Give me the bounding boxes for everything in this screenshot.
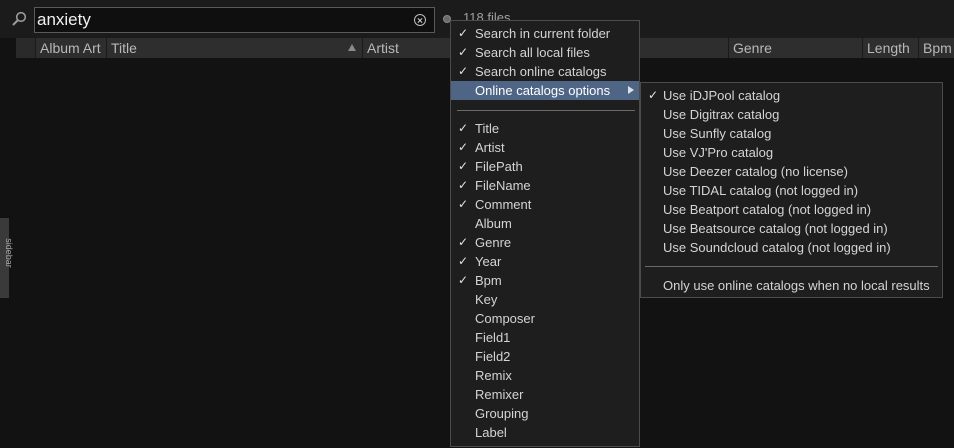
menu-item-label: Only use online catalogs when no local r… bbox=[663, 278, 930, 293]
checkmark-icon: ✓ bbox=[458, 121, 469, 135]
checkmark-icon: ✓ bbox=[458, 178, 469, 192]
checkmark-icon: ✓ bbox=[458, 64, 469, 78]
menu-item-field-key[interactable]: Key bbox=[451, 290, 639, 309]
menu-item-label: Genre bbox=[475, 235, 512, 250]
menu-item-label: Use Deezer catalog (no license) bbox=[663, 164, 848, 179]
checkmark-icon: ✓ bbox=[458, 159, 469, 173]
submenu-separator bbox=[645, 266, 938, 267]
search-input[interactable]: anxiety bbox=[34, 7, 435, 33]
sidebar-toggle-tab[interactable]: sidebar bbox=[0, 218, 14, 298]
menu-item-field-remixer[interactable]: Remixer bbox=[451, 385, 639, 404]
menu-item-label: Album bbox=[475, 216, 512, 231]
submenu-item-use-deezer-catalog-no-license[interactable]: Use Deezer catalog (no license) bbox=[641, 162, 942, 181]
checkmark-icon: ✓ bbox=[458, 45, 469, 59]
menu-item-field-year[interactable]: ✓ Year bbox=[451, 252, 639, 271]
menu-item-search-online-catalogs[interactable]: ✓ Search online catalogs bbox=[451, 62, 639, 81]
menu-item-field-grouping[interactable]: Grouping bbox=[451, 404, 639, 423]
menu-item-label: Search in current folder bbox=[475, 26, 611, 41]
menu-item-label: Use Beatsource catalog (not logged in) bbox=[663, 221, 888, 236]
menu-item-label: Use iDJPool catalog bbox=[663, 88, 781, 103]
menu-item-label: Composer bbox=[475, 311, 535, 326]
menu-item-label: Year bbox=[475, 254, 502, 269]
checkmark-icon: ✓ bbox=[458, 26, 469, 40]
column-header-album-art[interactable]: Album Art bbox=[35, 38, 106, 58]
search-options-menu: ✓ Search in current folder ✓ Search all loc… bbox=[450, 20, 640, 447]
menu-item-field-comment[interactable]: ✓ Comment bbox=[451, 195, 639, 214]
menu-item-label: Search online catalogs bbox=[475, 64, 607, 79]
menu-item-online-catalogs-options[interactable]: Online catalogs options bbox=[451, 81, 639, 100]
checkmark-icon: ✓ bbox=[458, 235, 469, 249]
menu-item-label: Use VJ'Pro catalog bbox=[663, 145, 774, 160]
column-header-genre[interactable]: Genre bbox=[728, 38, 862, 58]
menu-item-field-field2[interactable]: Field2 bbox=[451, 347, 639, 366]
submenu-item-use-tidal-catalog-not-logged-in[interactable]: Use TIDAL catalog (not logged in) bbox=[641, 181, 942, 200]
column-header-bpm[interactable]: Bpm bbox=[918, 38, 954, 58]
submenu-item-use-digitrax-catalog[interactable]: Use Digitrax catalog bbox=[641, 105, 942, 124]
menu-item-field-remix[interactable]: Remix bbox=[451, 366, 639, 385]
sidebar-tab-label: sidebar bbox=[3, 238, 14, 268]
menu-item-label: Label bbox=[475, 425, 507, 440]
menu-item-label: Use Digitrax catalog bbox=[663, 107, 780, 122]
menu-item-label: Field2 bbox=[475, 349, 511, 364]
menu-item-label: Comment bbox=[475, 197, 532, 212]
submenu-item-use-idjpool-catalog[interactable]: ✓ Use iDJPool catalog bbox=[641, 86, 942, 105]
menu-item-field-field1[interactable]: Field1 bbox=[451, 328, 639, 347]
column-header-length[interactable]: Length bbox=[862, 38, 918, 58]
menu-item-label: Use Beatport catalog (not logged in) bbox=[663, 202, 872, 217]
menu-item-field-album[interactable]: Album bbox=[451, 214, 639, 233]
menu-item-field-artist[interactable]: ✓ Artist bbox=[451, 138, 639, 157]
chevron-right-icon bbox=[628, 86, 634, 94]
submenu-item-use-soundcloud-catalog-not-logged-in[interactable]: Use Soundcloud catalog (not logged in) bbox=[641, 238, 942, 257]
sort-ascending-icon bbox=[348, 44, 356, 51]
online-catalogs-submenu: ✓ Use iDJPool catalog Use Digitrax catalog… bbox=[640, 82, 943, 298]
menu-item-field-label[interactable]: Label bbox=[451, 423, 639, 442]
menu-item-label: Key bbox=[475, 292, 498, 307]
menu-item-field-genre[interactable]: ✓ Genre bbox=[451, 233, 639, 252]
menu-item-label: Use TIDAL catalog (not logged in) bbox=[663, 183, 859, 198]
menu-item-search-all-local-files[interactable]: ✓ Search all local files bbox=[451, 43, 639, 62]
menu-item-label: Search all local files bbox=[475, 45, 590, 60]
checkmark-icon: ✓ bbox=[458, 273, 469, 287]
menu-item-label: Artist bbox=[475, 140, 505, 155]
menu-item-label: Field1 bbox=[475, 330, 511, 345]
submenu-item-use-beatport-catalog-not-logged-in[interactable]: Use Beatport catalog (not logged in) bbox=[641, 200, 942, 219]
menu-item-label: Use Sunfly catalog bbox=[663, 126, 772, 141]
submenu-item-use-vj-pro-catalog[interactable]: Use VJ'Pro catalog bbox=[641, 143, 942, 162]
search-query-text[interactable]: anxiety bbox=[37, 10, 91, 30]
menu-item-label: Use Soundcloud catalog (not logged in) bbox=[663, 240, 891, 255]
menu-item-label: Title bbox=[475, 121, 500, 136]
menu-item-label: Online catalogs options bbox=[475, 83, 611, 98]
checkmark-icon: ✓ bbox=[458, 197, 469, 211]
menu-item-field-filepath[interactable]: ✓ FilePath bbox=[451, 157, 639, 176]
column-header-selector[interactable] bbox=[16, 38, 35, 58]
menu-separator bbox=[457, 110, 635, 111]
checkmark-icon: ✓ bbox=[648, 88, 659, 102]
menu-item-field-title[interactable]: ✓ Title bbox=[451, 119, 639, 138]
column-header-title[interactable]: Title bbox=[106, 38, 362, 58]
menu-item-label: Remix bbox=[475, 368, 512, 383]
submenu-item-only-online-when-no-local[interactable]: Only use online catalogs when no local r… bbox=[641, 276, 942, 295]
submenu-item-use-beatsource-catalog-not-logged-in[interactable]: Use Beatsource catalog (not logged in) bbox=[641, 219, 942, 238]
submenu-item-use-sunfly-catalog[interactable]: Use Sunfly catalog bbox=[641, 124, 942, 143]
menu-item-label: FileName bbox=[475, 178, 531, 193]
checkmark-icon: ✓ bbox=[458, 140, 469, 154]
menu-item-field-filename[interactable]: ✓ FileName bbox=[451, 176, 639, 195]
menu-item-label: Bpm bbox=[475, 273, 502, 288]
magnifier-icon[interactable] bbox=[11, 11, 27, 27]
menu-item-label: Grouping bbox=[475, 406, 529, 421]
menu-item-field-composer[interactable]: Composer bbox=[451, 309, 639, 328]
menu-item-field-bpm[interactable]: ✓ Bpm bbox=[451, 271, 639, 290]
menu-item-search-in-current-folder[interactable]: ✓ Search in current folder bbox=[451, 24, 639, 43]
clear-icon[interactable] bbox=[414, 14, 426, 26]
checkmark-icon: ✓ bbox=[458, 254, 469, 268]
menu-item-label: FilePath bbox=[475, 159, 523, 174]
menu-item-label: Remixer bbox=[475, 387, 524, 402]
